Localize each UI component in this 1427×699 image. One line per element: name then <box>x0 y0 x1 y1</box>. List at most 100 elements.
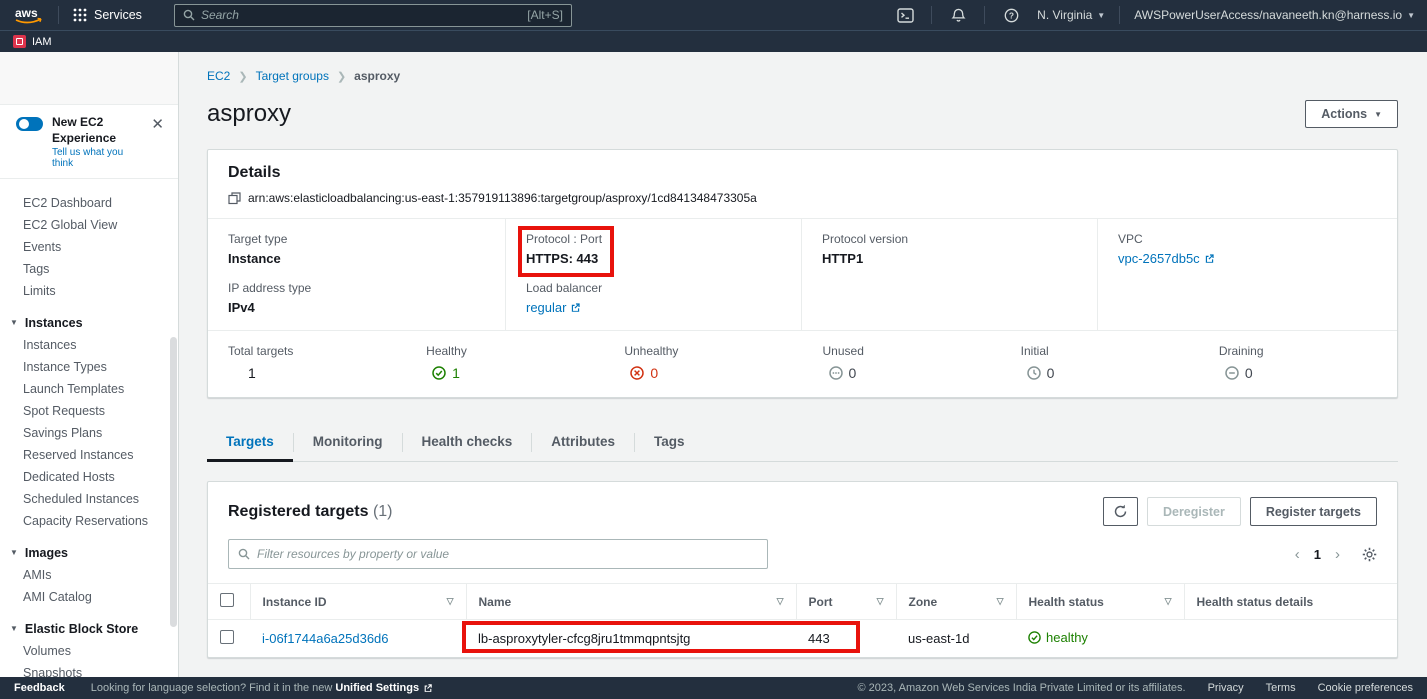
account-menu[interactable]: AWSPowerUserAccess/navaneeth.kn@harness.… <box>1134 8 1415 22</box>
breadcrumb-target-groups[interactable]: Target groups <box>256 69 329 83</box>
minus-circle-icon <box>1225 366 1239 380</box>
external-link-icon <box>570 302 581 313</box>
sidebar-item-ec2-global-view[interactable]: EC2 Global View <box>0 214 178 236</box>
sort-icon[interactable]: ▽ <box>777 596 784 607</box>
registered-targets-title: Registered targets (1) <box>228 503 393 521</box>
tab-health-checks[interactable]: Health checks <box>403 424 532 461</box>
sidebar-item-capacity-reservations[interactable]: Capacity Reservations <box>0 510 178 532</box>
tab-targets[interactable]: Targets <box>207 424 293 461</box>
current-page-number: 1 <box>1314 547 1321 562</box>
tab-tags[interactable]: Tags <box>635 424 704 461</box>
sidebar-item-instance-types[interactable]: Instance Types <box>0 356 178 378</box>
sidebar-item-tags[interactable]: Tags <box>0 258 178 280</box>
column-header-health-status: Health status <box>1029 595 1104 609</box>
feedback-link[interactable]: Feedback <box>14 682 65 694</box>
sidebar-item-launch-templates[interactable]: Launch Templates <box>0 378 178 400</box>
sidebar-item-amis[interactable]: AMIs <box>0 564 178 586</box>
stat-label-initial: Initial <box>1021 344 1179 358</box>
search-input[interactable] <box>201 8 521 22</box>
registered-targets-count: (1) <box>373 503 393 520</box>
deregister-button[interactable]: Deregister <box>1147 497 1241 526</box>
sidebar-item-scheduled-instances[interactable]: Scheduled Instances <box>0 488 178 510</box>
stat-value-total-targets: 1 <box>228 365 386 381</box>
tab-attributes[interactable]: Attributes <box>532 424 634 461</box>
stat-label-unused: Unused <box>823 344 981 358</box>
notifications-bell-button[interactable] <box>946 4 970 26</box>
field-label-load-balancer: Load balancer <box>526 281 781 295</box>
recent-service-iam[interactable]: IAM <box>13 35 52 48</box>
sidebar-section-elastic-block-store[interactable]: ▼Elastic Block Store <box>0 617 178 640</box>
sidebar-item-reserved-instances[interactable]: Reserved Instances <box>0 444 178 466</box>
aws-logo[interactable]: aws <box>12 4 48 26</box>
field-label-ip-address-type: IP address type <box>228 281 485 295</box>
language-selection-text: Looking for language selection? Find it … <box>91 682 433 694</box>
instance-id-link[interactable]: i-06f1744a6a25d36d6 <box>262 631 389 646</box>
sidebar-scrollbar[interactable] <box>170 337 177 627</box>
details-panel: Details arn:aws:elasticloadbalancing:us-… <box>207 149 1398 398</box>
sidebar-item-limits[interactable]: Limits <box>0 280 178 302</box>
target-group-tabs: Targets Monitoring Health checks Attribu… <box>207 424 1398 462</box>
sort-icon[interactable]: ▽ <box>447 596 454 607</box>
row-checkbox[interactable] <box>220 630 234 644</box>
sidebar-item-dedicated-hosts[interactable]: Dedicated Hosts <box>0 466 178 488</box>
table-row: i-06f1744a6a25d36d6 lb-asproxytyler-cfcg… <box>208 620 1397 658</box>
tab-monitoring[interactable]: Monitoring <box>294 424 402 461</box>
sort-icon[interactable]: ▽ <box>1165 596 1172 607</box>
sidebar-item-savings-plans[interactable]: Savings Plans <box>0 422 178 444</box>
field-value-ip-address-type: IPv4 <box>228 300 485 315</box>
breadcrumb-ec2[interactable]: EC2 <box>207 69 230 83</box>
account-label: AWSPowerUserAccess/navaneeth.kn@harness.… <box>1134 8 1402 22</box>
experience-toggle[interactable] <box>16 117 43 131</box>
grid-icon <box>73 8 87 22</box>
registered-targets-table: Instance ID▽ Name▽ Port▽ Zone▽ Health st… <box>208 583 1397 657</box>
next-page-button[interactable]: › <box>1335 547 1340 562</box>
load-balancer-link[interactable]: regular <box>526 300 581 315</box>
vpc-link[interactable]: vpc-2657db5c <box>1118 251 1215 266</box>
chevron-down-icon: ▼ <box>1407 11 1415 20</box>
sidebar-item-spot-requests[interactable]: Spot Requests <box>0 400 178 422</box>
table-settings-gear-icon[interactable] <box>1362 547 1377 562</box>
x-circle-icon <box>630 366 644 380</box>
check-circle-icon <box>432 366 446 380</box>
column-header-zone: Zone <box>909 595 938 609</box>
breadcrumb: EC2 ❯ Target groups ❯ asproxy <box>207 69 1398 83</box>
field-label-protocol-port: Protocol : Port <box>526 232 602 246</box>
sidebar-item-snapshots[interactable]: Snapshots <box>0 662 178 677</box>
previous-page-button[interactable]: ‹ <box>1295 547 1300 562</box>
actions-button[interactable]: Actions ▼ <box>1305 100 1398 128</box>
services-menu-button[interactable]: Services <box>69 8 146 22</box>
region-selector[interactable]: N. Virginia ▼ <box>1037 8 1105 22</box>
terms-link[interactable]: Terms <box>1266 682 1296 694</box>
target-group-arn: arn:aws:elasticloadbalancing:us-east-1:3… <box>248 191 757 205</box>
cookie-preferences-link[interactable]: Cookie preferences <box>1318 682 1413 694</box>
divider <box>931 6 932 24</box>
select-all-checkbox[interactable] <box>220 593 234 607</box>
sidebar-item-events[interactable]: Events <box>0 236 178 258</box>
refresh-button[interactable] <box>1103 497 1138 526</box>
global-search[interactable]: [Alt+S] <box>174 4 572 27</box>
sidebar-item-instances[interactable]: Instances <box>0 334 178 356</box>
column-header-name: Name <box>479 595 512 609</box>
register-targets-button[interactable]: Register targets <box>1250 497 1377 526</box>
cloudshell-button[interactable] <box>893 4 917 26</box>
sort-icon[interactable]: ▽ <box>997 596 1004 607</box>
chevron-down-icon: ▼ <box>10 316 18 330</box>
field-value-protocol-version: HTTP1 <box>822 251 1077 266</box>
targets-filter-input[interactable] <box>257 547 758 561</box>
column-header-port: Port <box>809 595 833 609</box>
sort-icon[interactable]: ▽ <box>877 596 884 607</box>
sidebar-item-ami-catalog[interactable]: AMI Catalog <box>0 586 178 608</box>
sidebar-item-volumes[interactable]: Volumes <box>0 640 178 662</box>
help-button[interactable]: ? <box>999 4 1023 26</box>
sidebar-section-instances[interactable]: ▼Instances <box>0 311 178 334</box>
sidebar-item-ec2-dashboard[interactable]: EC2 Dashboard <box>0 192 178 214</box>
experience-feedback-link[interactable]: Tell us what you think <box>52 147 140 169</box>
unified-settings-link[interactable]: Unified Settings <box>335 682 433 694</box>
sidebar-section-images[interactable]: ▼Images <box>0 541 178 564</box>
copy-icon[interactable] <box>228 192 241 205</box>
table-header-row: Instance ID▽ Name▽ Port▽ Zone▽ Health st… <box>208 584 1397 620</box>
close-icon[interactable]: ✕ <box>149 115 166 134</box>
targets-filter[interactable] <box>228 539 768 569</box>
breadcrumb-separator: ❯ <box>238 70 247 83</box>
privacy-link[interactable]: Privacy <box>1208 682 1244 694</box>
